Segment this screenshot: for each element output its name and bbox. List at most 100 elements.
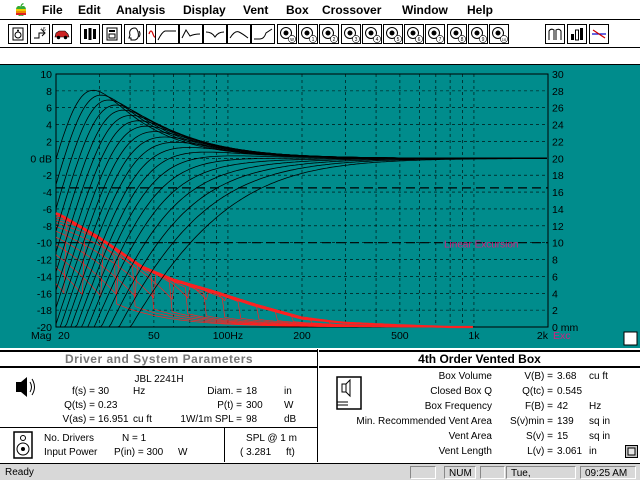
preset-button-w[interactable]: w [277, 24, 297, 44]
box-row-unit: cu ft [589, 371, 608, 382]
preset-button-4[interactable]: 4 [362, 24, 382, 44]
box-row-label: Closed Box Q [430, 386, 492, 397]
box-row-value[interactable]: 3.68 [557, 371, 576, 383]
diam-value[interactable]: 18 [246, 386, 257, 398]
car-button[interactable] [52, 24, 72, 44]
highpass-response-icon [157, 30, 176, 41]
menu-edit[interactable]: Edit [78, 2, 101, 18]
pt-value[interactable]: 300 [246, 400, 263, 412]
apple-icon[interactable] [14, 3, 28, 17]
car-icon [54, 30, 70, 40]
spl-distance-value[interactable]: ( 3.281 [240, 447, 271, 459]
bar-graph-button[interactable] [567, 24, 587, 44]
menu-help[interactable]: Help [467, 2, 493, 18]
preset-button-7[interactable]: 7 [425, 24, 445, 44]
box-row-label: Box Volume [438, 371, 492, 382]
right-tick-label: 6 [552, 271, 558, 283]
box-row-value[interactable]: 139 [557, 416, 574, 428]
menu-file[interactable]: File [42, 2, 63, 18]
menu-window[interactable]: Window [402, 2, 448, 18]
no-drivers-label: No. Drivers [44, 433, 95, 444]
box-row-label: Box Frequency [424, 401, 492, 412]
crossover-button[interactable] [545, 24, 565, 44]
right-tick-label: 14 [552, 204, 564, 216]
preset-button-9[interactable]: 9 [468, 24, 488, 44]
driver-stack-button[interactable] [80, 24, 100, 44]
x-tick-label: 200 [293, 330, 311, 342]
head-button[interactable] [124, 24, 144, 44]
box-row-unit: sq in [589, 416, 611, 427]
left-tick-label: 2 [46, 136, 52, 148]
menu-analysis[interactable]: Analysis [116, 2, 165, 18]
right-tick-label: 10 [552, 238, 564, 250]
peak-button[interactable] [179, 24, 203, 44]
bandpass-button[interactable] [227, 24, 251, 44]
fs-value[interactable]: 30 [98, 386, 109, 398]
head-icon [128, 27, 141, 41]
left-tick-label: -6 [43, 204, 52, 216]
x-tick-label: 500 [391, 330, 409, 342]
input-power-label: Input Power [44, 447, 98, 458]
box-row-unit: in [589, 446, 597, 457]
preset-label: w [290, 37, 294, 43]
vas-value[interactable]: 16.951 [98, 414, 129, 426]
vas-unit: cu ft [133, 414, 152, 425]
reply-button[interactable]: +6 [30, 24, 50, 44]
box-row-label: Vent Length [438, 446, 492, 457]
x-tick-label: 20 [58, 330, 70, 342]
cabinet-icon [106, 27, 118, 41]
box-row-symbol: L(v) = [527, 446, 553, 457]
preset-button-3[interactable]: 3 [341, 24, 361, 44]
response-graph[interactable]: 10 8 6 4 2 0 dB -2 -4 -6 -8 -10 -12 -14 -16 -18 -20 30 28… [0, 65, 640, 348]
preset-label: 10 [502, 37, 507, 42]
dip-button[interactable] [203, 24, 227, 44]
speaker-cone-icon: 1 [301, 27, 317, 43]
speaker-button[interactable] [8, 24, 28, 44]
box-row-value[interactable]: 3.061 [557, 446, 582, 458]
highpass-button[interactable] [155, 24, 179, 44]
spl-1w-value[interactable]: 98 [246, 414, 257, 426]
exc-axis-label: Exc [553, 330, 571, 342]
left-tick-label: -18 [37, 305, 52, 317]
graph-resize-box[interactable] [623, 331, 638, 346]
cabinet-button[interactable] [102, 24, 122, 44]
status-bar: Ready NUM Tue, 26Aug97 09:25 AM [0, 463, 640, 480]
bandpass-response-icon [229, 31, 249, 39]
crossover-icon [548, 28, 562, 40]
preset-button-2[interactable]: 2 [319, 24, 339, 44]
spl-distance-unit: ft) [286, 447, 295, 458]
box-row-symbol: S(v) = [526, 431, 553, 442]
qts-value[interactable]: 0.23 [98, 400, 117, 412]
right-tick-label: 12 [552, 221, 564, 233]
svg-text:+6: +6 [40, 27, 46, 33]
rising-button[interactable] [251, 24, 275, 44]
left-tick-label: -4 [43, 187, 52, 199]
preset-button-10[interactable]: 10 [489, 24, 509, 44]
box-row-value[interactable]: 0.545 [557, 386, 582, 398]
preset-button-1[interactable]: 1 [298, 24, 318, 44]
speaker-box-icon [13, 431, 33, 459]
menu-crossover[interactable]: Crossover [322, 2, 381, 18]
magnitude-curve [56, 136, 547, 328]
right-tick-label: 20 [552, 153, 564, 165]
sum-lines-button[interactable] [589, 24, 609, 44]
no-drivers-value[interactable]: N = 1 [122, 433, 146, 445]
speaker-icon [12, 27, 24, 41]
menu-vent[interactable]: Vent [243, 2, 268, 18]
preset-button-6[interactable]: 6 [404, 24, 424, 44]
fs-label: f(s) = [71, 386, 95, 397]
right-tick-label: 26 [552, 103, 564, 115]
menu-display[interactable]: Display [183, 2, 226, 18]
speaker-cone-icon: 7 [428, 27, 444, 43]
preset-label: 3 [355, 37, 358, 43]
input-power-value[interactable]: P(in) = 300 [114, 447, 163, 459]
status-text: Ready [5, 467, 34, 478]
box-row-value[interactable]: 15 [557, 431, 568, 443]
resize-icon[interactable] [625, 445, 638, 458]
speaker-cone-icon: 10 [492, 27, 508, 43]
preset-button-8[interactable]: 8 [447, 24, 467, 44]
menu-box[interactable]: Box [286, 2, 309, 18]
right-tick-label: 24 [552, 120, 564, 132]
box-row-value[interactable]: 42 [557, 401, 568, 413]
preset-button-5[interactable]: 5 [383, 24, 403, 44]
